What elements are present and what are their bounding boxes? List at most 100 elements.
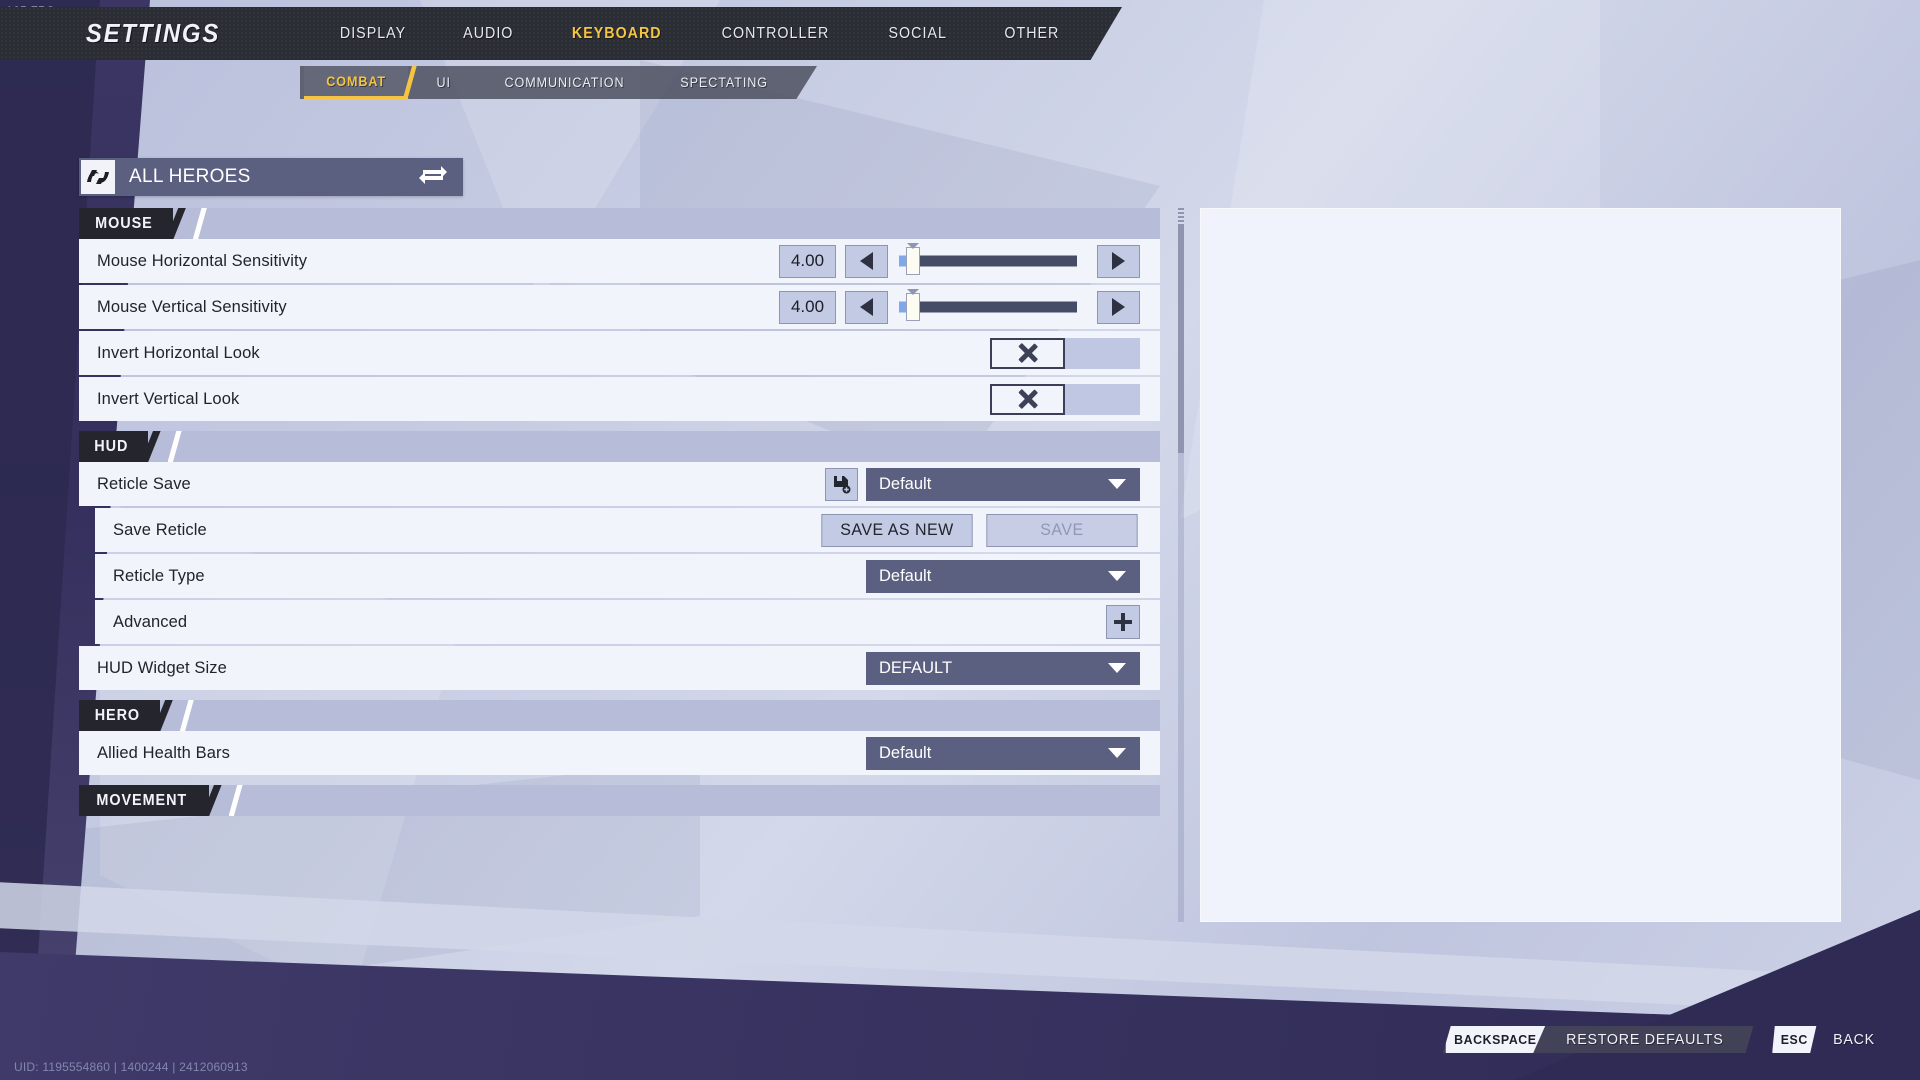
x-icon: [1018, 344, 1037, 363]
slider-knob[interactable]: [906, 247, 921, 275]
nav-item-keyboard[interactable]: KEYBOARD: [548, 25, 686, 43]
sensitivity-slider[interactable]: [899, 288, 1077, 324]
save-file-icon[interactable]: [825, 467, 858, 501]
section-header-hud: HUD: [79, 431, 1160, 462]
section-header-mouse: MOUSE: [79, 208, 1160, 239]
increment-button[interactable]: [1097, 244, 1140, 278]
nav-item-controller[interactable]: CONTROLLER: [698, 25, 853, 43]
decrement-button[interactable]: [845, 244, 888, 278]
footer-actions: BACKSPACE RESTORE DEFAULTS ESC BACK: [1443, 1026, 1890, 1053]
dropdown-reticle-save[interactable]: Default: [866, 467, 1140, 501]
dropdown-value: DEFAULT: [879, 658, 953, 677]
nav-item-other[interactable]: OTHER: [980, 25, 1083, 43]
setting-row-control: Default: [866, 731, 1160, 775]
plus-icon[interactable]: [1106, 605, 1140, 639]
section-header-movement: MOVEMENT: [79, 785, 1160, 816]
key-hint: BACKSPACE: [1445, 1026, 1546, 1053]
nav-item-social[interactable]: SOCIAL: [865, 25, 971, 43]
setting-row: HUD Widget Size DEFAULT: [79, 646, 1160, 690]
decrement-button[interactable]: [845, 290, 888, 324]
setting-row-label: Invert Horizontal Look: [97, 343, 260, 362]
setting-row-label: Save Reticle: [113, 520, 207, 539]
footer-restore-defaults-button[interactable]: BACKSPACE RESTORE DEFAULTS: [1443, 1026, 1754, 1053]
dropdown-hud-widget-size[interactable]: DEFAULT: [866, 651, 1140, 685]
setting-row-control: [1106, 600, 1160, 644]
setting-row: Mouse Horizontal Sensitivity 4.00: [79, 239, 1160, 283]
save-button: SAVE: [986, 513, 1138, 547]
chevron-down-icon: [1108, 571, 1126, 581]
dropdown-value: Default: [879, 566, 932, 585]
dropdown-reticle-type[interactable]: Default: [866, 559, 1140, 593]
key-hint: ESC: [1772, 1026, 1817, 1053]
toggle-option-on[interactable]: [1065, 337, 1140, 369]
setting-row-label: Mouse Horizontal Sensitivity: [97, 251, 308, 270]
right-arrow-icon: [1112, 252, 1125, 270]
slider-track: [899, 255, 1077, 267]
save-as-new-button[interactable]: SAVE AS NEW: [821, 513, 973, 547]
section-slash-decor: [192, 208, 207, 239]
setting-row-control: Default: [825, 462, 1160, 506]
swap-arrows-icon[interactable]: [419, 165, 447, 190]
dropdown-value: Default: [879, 743, 932, 762]
setting-row-label: HUD Widget Size: [97, 658, 227, 677]
setting-row-control: [990, 377, 1160, 421]
hero-selector-label: ALL HEROES: [129, 166, 251, 187]
x-icon: [1018, 390, 1037, 409]
scrollbar-thumb[interactable]: [1178, 208, 1184, 453]
slider-track: [899, 301, 1077, 313]
chevron-down-icon: [1108, 663, 1126, 673]
increment-button[interactable]: [1097, 290, 1140, 324]
nav-item-audio[interactable]: AUDIO: [439, 25, 537, 43]
section-slash-decor: [228, 785, 243, 816]
hero-logo-icon: [81, 160, 115, 194]
uid-text: UID: 1195554860 | 1400244 | 2412060913: [14, 1060, 248, 1074]
setting-row-label: Reticle Save: [97, 474, 191, 493]
footer-label: RESTORE DEFAULTS: [1565, 1031, 1724, 1048]
slider-caret-icon: [907, 288, 920, 295]
subtab-spectating[interactable]: SPECTATING: [658, 66, 790, 99]
section-title: MOVEMENT: [96, 791, 188, 809]
toggle-option-on[interactable]: [1065, 383, 1140, 415]
value-field[interactable]: 4.00: [779, 244, 836, 278]
subtab-communication[interactable]: COMMUNICATION: [482, 66, 647, 99]
subtab-combat[interactable]: COMBAT: [303, 66, 409, 99]
left-arrow-icon: [860, 298, 873, 316]
settings-list: MOUSE Mouse Horizontal Sensitivity 4.00 Mou…: [79, 208, 1160, 922]
dropdown-value: Default: [879, 474, 932, 493]
value-field[interactable]: 4.00: [779, 290, 836, 324]
section-tag: MOUSE: [79, 208, 173, 239]
setting-row-control: SAVE AS NEW SAVE: [819, 508, 1160, 552]
preview-panel: [1200, 208, 1841, 922]
section-tag: HERO: [79, 700, 160, 731]
chevron-down-icon: [1108, 479, 1126, 489]
section-slash-decor: [167, 431, 182, 462]
toggle-option-off[interactable]: [990, 337, 1065, 369]
footer-back-button[interactable]: ESC BACK: [1771, 1026, 1890, 1053]
scrollbar-track[interactable]: [1178, 208, 1184, 922]
chevron-down-icon: [1108, 748, 1126, 758]
section-header-hero: HERO: [79, 700, 1160, 731]
sensitivity-slider[interactable]: [899, 242, 1077, 278]
setting-row-control: DEFAULT: [866, 646, 1160, 690]
section-tag: MOVEMENT: [79, 785, 209, 816]
nav-item-display[interactable]: DISPLAY: [316, 25, 430, 43]
setting-row: Allied Health Bars Default: [79, 731, 1160, 775]
footer-label: BACK: [1833, 1031, 1875, 1048]
hero-selector-dropdown[interactable]: ALL HEROES: [79, 158, 463, 196]
setting-row-control: 4.00: [779, 239, 1160, 283]
slider-caret-icon: [907, 242, 920, 249]
setting-row-label: Advanced: [113, 612, 188, 631]
subtab-ui[interactable]: UI: [414, 66, 473, 99]
section-title: HERO: [94, 706, 141, 724]
toggle-option-off[interactable]: [990, 383, 1065, 415]
dropdown-allied-health-bars[interactable]: Default: [866, 736, 1140, 770]
section-title: MOUSE: [95, 214, 153, 232]
setting-row-label: Reticle Type: [113, 566, 205, 585]
setting-row-label: Mouse Vertical Sensitivity: [97, 297, 287, 316]
setting-row: Save Reticle SAVE AS NEW SAVE: [95, 508, 1160, 552]
setting-row: Invert Vertical Look: [79, 377, 1160, 421]
setting-row-control: 4.00: [779, 285, 1160, 329]
slider-knob[interactable]: [906, 293, 921, 321]
